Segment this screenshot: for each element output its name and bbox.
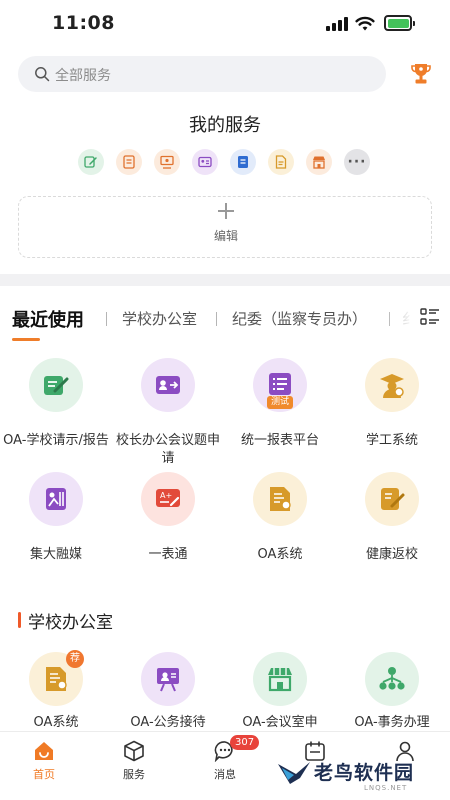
- id-card-icon: [156, 376, 180, 394]
- app-icon-bg: [365, 472, 419, 526]
- app-icon-bg: [141, 652, 195, 706]
- trophy-icon[interactable]: [410, 62, 432, 86]
- school-request-icon: [84, 156, 97, 168]
- section-gap: [0, 274, 450, 286]
- tab-scroll-fade: [386, 296, 414, 336]
- bird-logo-icon: [278, 762, 310, 784]
- tab-recent[interactable]: 最近使用: [12, 306, 84, 332]
- favorite-shortcut[interactable]: [116, 149, 142, 175]
- list-icon: [269, 373, 291, 395]
- app-icon-bg: [365, 358, 419, 412]
- active-tab-indicator: [12, 338, 40, 341]
- app-label: 校长办公会议题申请: [115, 433, 220, 466]
- school-request-icon: [44, 376, 69, 395]
- cellular-signal-icon: [326, 17, 348, 31]
- favorite-shortcut[interactable]: [306, 149, 332, 175]
- status-bar: 11:08: [0, 0, 450, 48]
- search-icon: [35, 67, 50, 82]
- battery-icon: [384, 15, 415, 31]
- app-icon-bg: [141, 358, 195, 412]
- tab-divider: [216, 312, 217, 326]
- health-form-icon: [381, 488, 405, 510]
- plus-icon: [218, 203, 234, 219]
- favorite-shortcut[interactable]: [268, 149, 294, 175]
- home-icon: [35, 742, 53, 760]
- category-tabs: 最近使用 学校办公室 纪委（监察专员办） 纟: [0, 286, 450, 346]
- cube-icon: [124, 740, 144, 762]
- wifi-icon: [355, 16, 375, 31]
- more-services-button[interactable]: ···: [344, 149, 370, 175]
- store-icon: [313, 156, 325, 169]
- watermark: 老鸟软件园 LNQS.NET: [276, 756, 448, 796]
- app-icon-bg: [253, 652, 307, 706]
- app-label: 一表通: [148, 547, 188, 562]
- search-placeholder: 全部服务: [55, 68, 111, 84]
- app-label: 统一报表平台: [240, 433, 319, 448]
- tab-divider: [106, 312, 107, 326]
- app-label: OA系统: [257, 547, 303, 562]
- tab-school-office[interactable]: 学校办公室: [122, 308, 197, 329]
- app-icon-bg: [253, 472, 307, 526]
- favorite-shortcut[interactable]: [154, 149, 180, 175]
- app-label: OA系统: [33, 715, 79, 730]
- unread-count-badge: 307: [230, 735, 260, 750]
- app-icon-bg: [29, 358, 83, 412]
- oa-doc-icon: [46, 667, 67, 691]
- favorite-shortcut[interactable]: [230, 149, 256, 175]
- edit-label: 编辑: [213, 229, 238, 243]
- nav-label: 服务: [123, 768, 145, 781]
- section-accent-bar: [18, 612, 21, 628]
- app-label: 健康返校: [365, 547, 418, 562]
- app-screen: 11:08 全部服务 我的服务 ··· 编辑 最近使用 学校办公室 纪委（监察专…: [0, 0, 450, 800]
- app-icon-bg: A+: [141, 472, 195, 526]
- favorite-shortcut[interactable]: [192, 149, 218, 175]
- watermark-subtext: LNQS.NET: [364, 784, 408, 792]
- favorite-shortcut[interactable]: [78, 149, 104, 175]
- nav-label: 消息: [214, 768, 236, 781]
- org-chart-icon: [379, 667, 405, 690]
- app-icon-bg: [29, 472, 83, 526]
- oa-doc-icon: [270, 487, 291, 511]
- app-icon-bg: [365, 652, 419, 706]
- grade-board-icon: A+: [156, 489, 180, 507]
- status-time: 11:08: [52, 12, 115, 34]
- graduate-icon: [380, 374, 404, 398]
- app-label: OA-公务接待: [130, 715, 206, 730]
- reception-icon: [157, 668, 179, 692]
- svg-text:A+: A+: [160, 491, 172, 500]
- app-label: OA-学校请示/报告: [3, 433, 109, 448]
- media-icon: [46, 488, 66, 510]
- document-icon: [123, 155, 135, 169]
- my-services-card: 全部服务 我的服务 ··· 编辑: [0, 48, 450, 274]
- list-view-toggle-icon[interactable]: [420, 308, 440, 326]
- app-label: OA-事务办理: [354, 715, 430, 730]
- recommend-badge: 荐: [66, 650, 84, 668]
- meeting-icon: [160, 155, 174, 169]
- app-label: 集大融媒: [29, 547, 82, 562]
- search-bar[interactable]: 全部服务: [18, 56, 386, 92]
- edit-favorites-button[interactable]: 编辑: [18, 196, 432, 258]
- store-icon: [268, 668, 292, 692]
- nav-label: 首页: [33, 768, 55, 781]
- more-label: ···: [347, 154, 367, 170]
- form-icon: [238, 156, 248, 168]
- tab-discipline-committee[interactable]: 纪委（监察专员办）: [232, 308, 367, 329]
- test-badge: 测试: [267, 396, 293, 409]
- app-label: 学工系统: [365, 433, 418, 448]
- id-card-icon: [198, 156, 212, 168]
- report-icon: [275, 155, 287, 169]
- section-title-school-office: 学校办公室: [28, 613, 113, 633]
- my-services-title: 我的服务: [189, 115, 261, 136]
- app-label: OA-会议室申: [242, 715, 318, 730]
- watermark-text: 老鸟软件园: [314, 762, 415, 784]
